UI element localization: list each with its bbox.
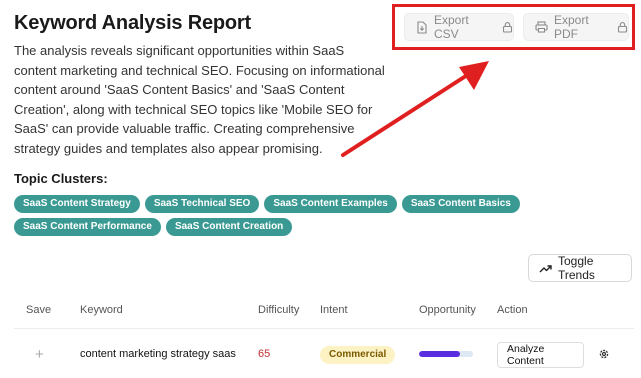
gear-icon[interactable] <box>598 348 610 360</box>
opportunity-bar-fill <box>419 351 460 357</box>
lock-icon <box>502 21 513 33</box>
table-header-opportunity: Opportunity <box>419 304 476 316</box>
table-header-save: Save <box>26 304 52 316</box>
printer-icon <box>535 21 548 33</box>
topic-chip[interactable]: SaaS Content Examples <box>264 195 397 213</box>
topic-clusters-list: SaaS Content Strategy SaaS Technical SEO… <box>14 195 634 236</box>
export-highlight-box: Export CSV Export PDF <box>392 4 635 50</box>
page-title: Keyword Analysis Report <box>14 12 251 34</box>
action-select[interactable]: Analyze Content <box>497 342 584 368</box>
topic-chip[interactable]: SaaS Content Performance <box>14 218 161 236</box>
toggle-trends-button[interactable]: Toggle Trends <box>528 254 632 282</box>
export-pdf-label: Export PDF <box>554 13 589 41</box>
export-csv-button[interactable]: Export CSV <box>404 13 514 41</box>
topic-clusters-heading: Topic Clusters: <box>14 171 108 186</box>
intent-badge: Commercial <box>320 346 396 364</box>
difficulty-cell: 65 <box>258 348 271 360</box>
table-header-action: Action <box>497 304 528 316</box>
file-download-icon <box>416 20 428 34</box>
export-csv-label: Export CSV <box>434 13 469 41</box>
topic-chip[interactable]: SaaS Content Creation <box>165 218 293 236</box>
toggle-trends-label: Toggle Trends <box>558 254 595 282</box>
table-header-intent: Intent <box>320 304 348 316</box>
topic-chip[interactable]: SaaS Content Strategy <box>14 195 140 213</box>
lock-icon <box>617 21 628 33</box>
topic-chip[interactable]: SaaS Content Basics <box>401 195 520 213</box>
report-summary: The analysis reveals significant opportu… <box>14 43 385 156</box>
trending-up-icon <box>539 264 552 273</box>
topic-chip[interactable]: SaaS Technical SEO <box>144 195 260 213</box>
opportunity-bar <box>419 351 473 357</box>
save-keyword-button[interactable]: + <box>35 346 44 363</box>
table-divider <box>14 328 634 329</box>
export-pdf-button[interactable]: Export PDF <box>523 13 629 41</box>
keyword-cell: content marketing strategy saas <box>80 348 236 360</box>
table-header-keyword: Keyword <box>80 304 123 316</box>
table-header-difficulty: Difficulty <box>258 304 300 316</box>
